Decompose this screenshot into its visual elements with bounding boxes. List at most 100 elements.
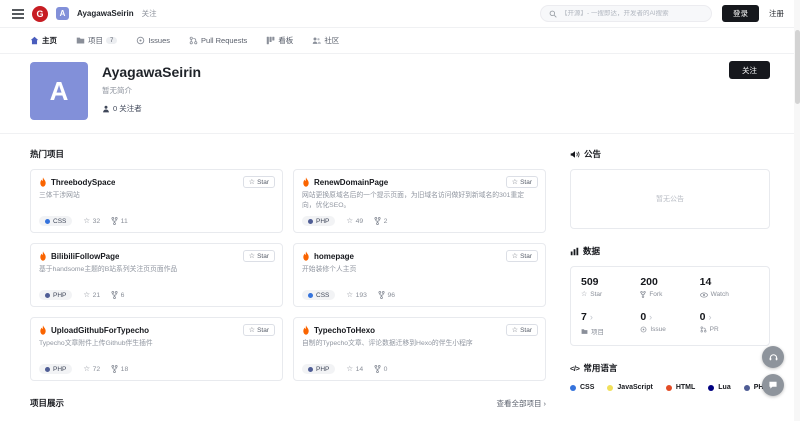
- star-icon: ☆: [83, 365, 90, 373]
- nav-label: Pull Requests: [201, 36, 247, 45]
- showcase-title: 项目展示: [30, 397, 64, 409]
- nav-item-projects[interactable]: 项目 7: [76, 35, 117, 46]
- project-name[interactable]: BilibiliFollowPage: [51, 252, 119, 261]
- person-icon: [102, 105, 110, 113]
- star-button[interactable]: ☆ Star: [243, 250, 275, 262]
- nav-label: 项目: [88, 35, 103, 46]
- nav-item-board[interactable]: 看板: [266, 35, 293, 46]
- folder-icon: [581, 328, 588, 335]
- star-icon: ☆: [249, 179, 255, 186]
- fork-count: 18: [111, 365, 128, 373]
- fork-icon: [374, 217, 381, 225]
- project-card[interactable]: BilibiliFollowPage ☆ Star 基于handsome主题的B…: [30, 243, 283, 307]
- flame-icon: [39, 325, 47, 335]
- floating-feedback-button[interactable]: [762, 374, 784, 396]
- stat-issues[interactable]: 0 › Issue: [640, 311, 699, 336]
- language-item-javascript[interactable]: JavaScript: [607, 384, 652, 391]
- topbar-right-group: 登录 注册: [540, 5, 784, 22]
- star-count: ☆ 32: [83, 217, 100, 225]
- nav-item-issues[interactable]: Issues: [136, 36, 170, 45]
- language-item-lua[interactable]: Lua: [708, 384, 730, 391]
- search-box[interactable]: [540, 5, 712, 22]
- stat-fork: 200 Fork: [640, 276, 699, 298]
- language-name: PHP: [53, 366, 66, 373]
- gitee-profile-page: G A AyagawaSeirin 关注 登录 注册 主页: [0, 0, 800, 421]
- follow-button[interactable]: 关注: [729, 61, 770, 79]
- language-item-css[interactable]: CSS: [570, 384, 594, 391]
- language-dot: [666, 385, 672, 391]
- language-item-html[interactable]: HTML: [666, 384, 695, 391]
- gitee-logo[interactable]: G: [32, 6, 48, 22]
- star-icon: ☆: [346, 365, 353, 373]
- language-dot: [308, 219, 313, 224]
- stats-heading: 数据: [570, 245, 770, 257]
- scrollbar-thumb[interactable]: [795, 30, 800, 104]
- project-description: 网站更换原域名后的一个提示页面，为旧域名访问做好到新域名的301重定向，优化SE…: [302, 191, 537, 211]
- project-card[interactable]: ThreebodySpace ☆ Star 三体干涉网站 CSS ☆: [30, 169, 283, 233]
- star-icon: ☆: [512, 179, 518, 186]
- project-name[interactable]: UploadGithubForTypecho: [51, 326, 149, 335]
- project-name[interactable]: RenewDomainPage: [314, 178, 388, 187]
- project-description: 三体干涉网站: [39, 191, 274, 201]
- topbar-user-avatar[interactable]: A: [56, 7, 69, 20]
- issue-icon: [136, 36, 145, 45]
- nav-item-pull-requests[interactable]: Pull Requests: [189, 36, 247, 45]
- star-button-label: Star: [257, 327, 269, 334]
- followers-row[interactable]: 0 关注者: [102, 103, 201, 114]
- nav-item-community[interactable]: 社区: [312, 35, 339, 46]
- announcement-box: 暂无公告: [570, 169, 770, 229]
- project-card[interactable]: homepage ☆ Star 开始装修个人主页 CSS ☆: [293, 243, 546, 307]
- project-card[interactable]: TypechoToHexo ☆ Star 自制的Typecho文章、评论数据迁移…: [293, 317, 546, 381]
- topbar-username[interactable]: AyagawaSeirin: [77, 9, 134, 18]
- flame-icon: [302, 177, 310, 187]
- nav-item-home[interactable]: 主页: [30, 35, 57, 46]
- star-button-label: Star: [257, 253, 269, 260]
- stats-grid: 509 ☆ Star 200 Fork 14: [570, 266, 770, 346]
- fork-count: 2: [374, 217, 387, 225]
- star-icon: ☆: [83, 217, 90, 225]
- issue-icon: [640, 326, 647, 333]
- hamburger-menu-icon[interactable]: [12, 9, 24, 19]
- avatar[interactable]: A: [30, 62, 88, 120]
- fork-count: 0: [374, 365, 387, 373]
- fork-icon: [640, 291, 646, 298]
- project-card[interactable]: RenewDomainPage ☆ Star 网站更换原域名后的一个提示页面，为…: [293, 169, 546, 233]
- top-bar: G A AyagawaSeirin 关注 登录 注册: [0, 0, 800, 28]
- stat-projects[interactable]: 7 › 项目: [581, 311, 640, 336]
- star-button[interactable]: ☆ Star: [506, 250, 538, 262]
- chevron-right-icon: ›: [649, 312, 652, 322]
- pull-request-icon: [700, 326, 707, 333]
- stat-prs[interactable]: 0 › PR: [700, 311, 759, 336]
- project-name[interactable]: TypechoToHexo: [314, 326, 375, 335]
- register-button[interactable]: 注册: [769, 8, 784, 19]
- page-scrollbar[interactable]: [794, 0, 800, 421]
- star-icon: ☆: [346, 291, 353, 299]
- star-count: ☆ 14: [346, 365, 363, 373]
- star-icon: ☆: [346, 217, 353, 225]
- star-icon: ☆: [83, 291, 90, 299]
- home-icon: [30, 36, 39, 45]
- project-name[interactable]: ThreebodySpace: [51, 178, 115, 187]
- language-name: PHP: [316, 218, 329, 225]
- fork-count: 11: [111, 217, 128, 225]
- showcase-header: 项目展示 查看全部项目 ›: [30, 397, 546, 409]
- languages-list: CSS JavaScript HTML Lua PHP: [570, 384, 770, 391]
- star-button[interactable]: ☆ Star: [506, 176, 538, 188]
- search-icon: [549, 10, 557, 18]
- flame-icon: [302, 325, 310, 335]
- project-description: 自制的Typecho文章、评论数据迁移到Hexo的伴生小程序: [302, 339, 537, 349]
- project-card[interactable]: UploadGithubForTypecho ☆ Star Typecho文章附…: [30, 317, 283, 381]
- star-button[interactable]: ☆ Star: [506, 324, 538, 336]
- search-input[interactable]: [561, 10, 703, 17]
- star-button[interactable]: ☆ Star: [243, 176, 275, 188]
- star-button[interactable]: ☆ Star: [243, 324, 275, 336]
- chevron-right-icon: ›: [709, 312, 712, 322]
- login-button[interactable]: 登录: [722, 5, 759, 22]
- nav-label: 社区: [324, 35, 339, 46]
- project-description: 开始装修个人主页: [302, 265, 537, 275]
- project-name[interactable]: homepage: [314, 252, 354, 261]
- popular-projects-grid: ThreebodySpace ☆ Star 三体干涉网站 CSS ☆: [30, 169, 546, 381]
- megaphone-icon: [570, 150, 580, 159]
- floating-service-button[interactable]: [762, 346, 784, 368]
- view-all-projects-link[interactable]: 查看全部项目 ›: [497, 398, 547, 409]
